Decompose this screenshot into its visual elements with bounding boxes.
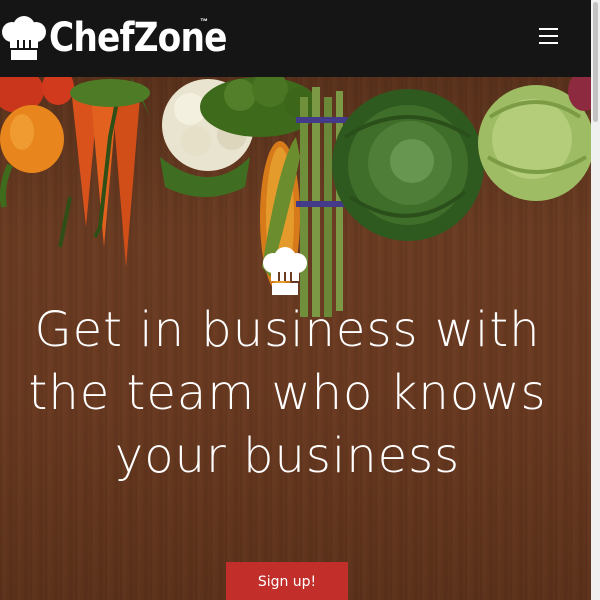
trademark-symbol: ™: [200, 17, 208, 26]
chef-hat-icon: [2, 16, 46, 60]
hamburger-menu-icon[interactable]: [535, 24, 561, 48]
chef-hat-icon: [263, 247, 307, 295]
brand-logo[interactable]: ChefZone: [0, 10, 255, 66]
hero-section: Get in business with the team who knows …: [0, 77, 591, 600]
scrollbar-thumb[interactable]: [593, 2, 598, 122]
hero-headline: Get in business with the team who knows …: [28, 302, 547, 484]
top-navigation-bar: ChefZone ™: [0, 0, 591, 77]
scrollbar[interactable]: [591, 0, 600, 600]
sign-up-button[interactable]: Sign up!: [226, 562, 348, 600]
